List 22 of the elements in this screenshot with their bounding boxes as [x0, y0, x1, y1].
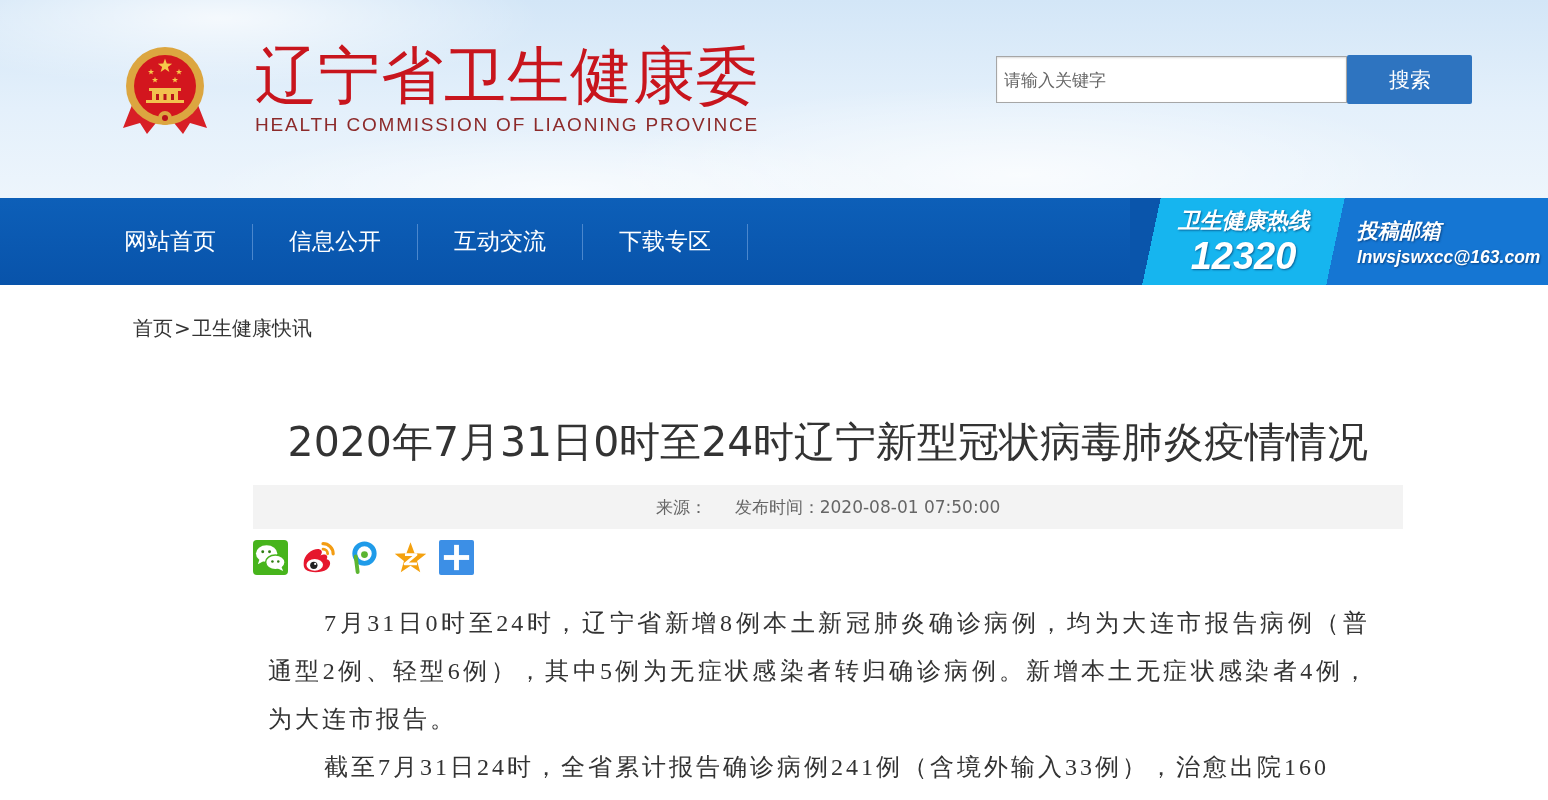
chat-bubbles-icon[interactable]: [253, 540, 288, 575]
nav-link[interactable]: 信息公开: [253, 198, 417, 285]
article-paragraph: 7月31日0时至24时，辽宁省新增8例本土新冠肺炎确诊病例，均为大连市报告病例（普通型2例、轻型6例），其中5例为无症状感染者转归确诊病例。新增本土无症状感染者4例，为大连市报告。: [268, 609, 1370, 734]
site-subtitle: HEALTH COMMISSION OF LIAONING PROVINCE: [255, 114, 760, 136]
hotline-label: 卫生健康热线: [1177, 206, 1310, 235]
search-button[interactable]: 搜索: [1347, 55, 1472, 104]
publish-time: 发布时间：2020-08-01 07:50:00: [734, 495, 1001, 519]
plus-icon[interactable]: [439, 540, 474, 575]
breadcrumb-link[interactable]: 首页: [133, 315, 173, 341]
mailbox-address: lnwsjswxcc@163.com: [1357, 246, 1541, 269]
mailbox-label: 投稿邮箱: [1357, 218, 1541, 245]
nav-link[interactable]: 下载专区: [583, 198, 747, 285]
site-title: 辽宁省卫生健康委: [255, 42, 760, 110]
nav-link[interactable]: 互动交流: [418, 198, 582, 285]
breadcrumb-separator: >: [173, 315, 192, 341]
search-field[interactable]: 请输入关键字: [996, 56, 1347, 103]
article-title: 2020年7月31日0时至24时辽宁新型冠状病毒肺炎疫情情况: [286, 417, 1370, 467]
breadcrumb-link[interactable]: 卫生健康快讯: [191, 315, 312, 341]
nav-link[interactable]: 网站首页: [88, 198, 252, 285]
article-paragraph: 截至7月31日24时，全省累计报告确诊病例241例（含境外输入33例），治愈出院160: [323, 753, 1330, 782]
source-label: 来源：: [655, 495, 707, 519]
hotline-number: 12320: [1190, 234, 1297, 277]
